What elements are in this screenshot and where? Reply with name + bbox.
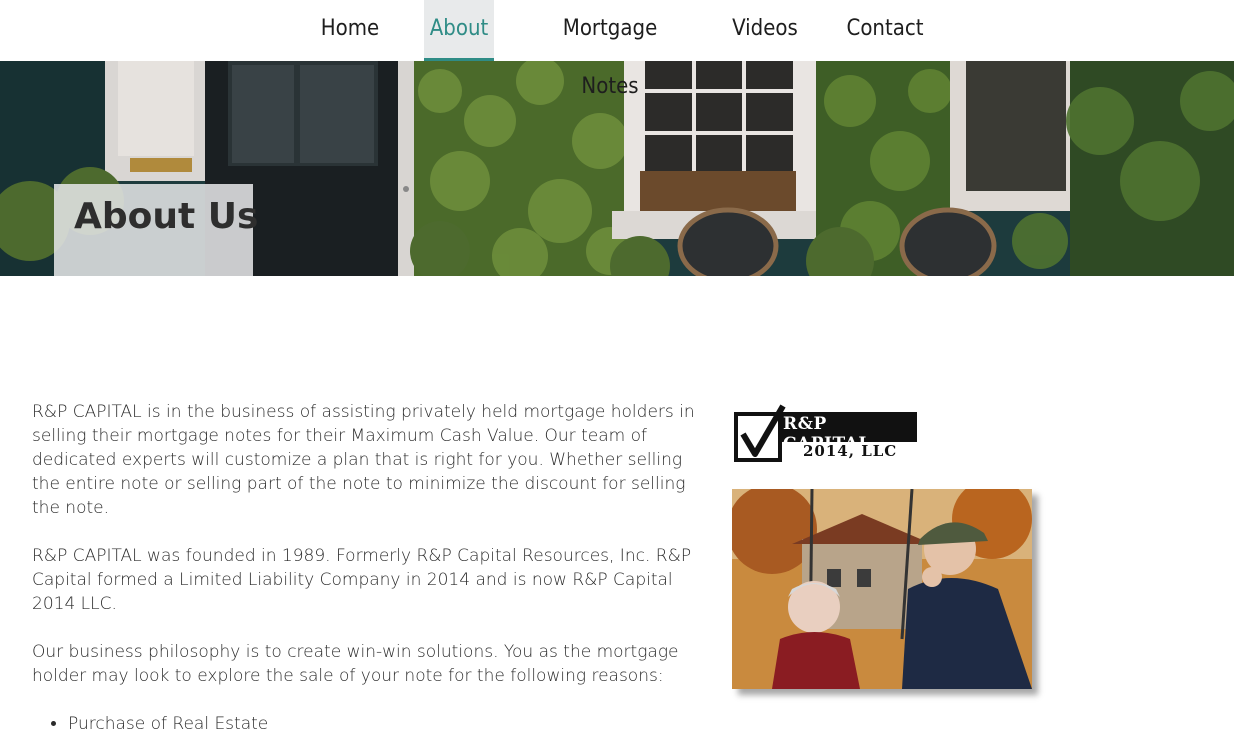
nav-item-videos[interactable]: Videos [727, 0, 803, 58]
history-paragraph: R&P CAPITAL was founded in 1989. Formerl… [32, 546, 692, 614]
page-title: About Us [74, 196, 259, 237]
nav-item-about[interactable]: About [424, 0, 494, 61]
nav-item-home[interactable]: Home [318, 0, 382, 58]
elderly-couple-swing-photo [732, 489, 1032, 689]
intro-paragraph: R&P CAPITAL is in the business of assist… [32, 402, 695, 518]
nav-item-contact[interactable]: Contact [842, 0, 928, 58]
reasons-list: Purchase of Real Estate [32, 712, 712, 736]
list-item: Purchase of Real Estate [68, 712, 712, 736]
nav-item-mortgage-notes[interactable]: Mortgage Notes [532, 0, 688, 99]
philosophy-paragraph: Our business philosophy is to create win… [32, 642, 679, 686]
company-logo: R&P CAPITAL 2014, LLC [733, 404, 919, 464]
logo-company-suffix: 2014, LLC [803, 442, 898, 460]
top-navigation: Home About Mortgage Notes Videos Contact [0, 0, 1234, 99]
